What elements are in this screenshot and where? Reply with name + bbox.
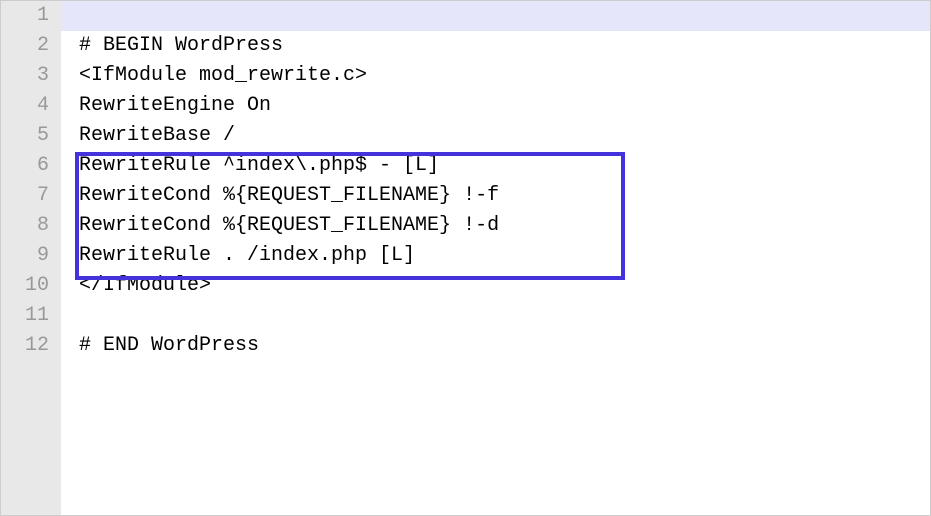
code-line[interactable]: # BEGIN WordPress (61, 31, 930, 61)
line-number: 9 (1, 241, 49, 271)
line-number: 2 (1, 31, 49, 61)
code-editor[interactable]: 1 2 3 4 5 6 7 8 9 10 11 12 # BEGIN WordP… (1, 1, 930, 515)
line-number: 5 (1, 121, 49, 151)
line-number: 6 (1, 151, 49, 181)
code-line[interactable]: RewriteCond %{REQUEST_FILENAME} !-f (61, 181, 930, 211)
line-number: 7 (1, 181, 49, 211)
code-line[interactable] (61, 1, 930, 31)
line-number: 8 (1, 211, 49, 241)
code-line[interactable]: RewriteRule . /index.php [L] (61, 241, 930, 271)
code-line[interactable]: RewriteBase / (61, 121, 930, 151)
code-line[interactable]: </IfModule> (61, 271, 930, 301)
line-number: 1 (1, 1, 49, 31)
line-number: 11 (1, 301, 49, 331)
code-line[interactable]: RewriteEngine On (61, 91, 930, 121)
code-content-area[interactable]: # BEGIN WordPress <IfModule mod_rewrite.… (61, 1, 930, 515)
line-number: 10 (1, 271, 49, 301)
code-line[interactable] (61, 301, 930, 331)
code-line[interactable]: <IfModule mod_rewrite.c> (61, 61, 930, 91)
code-line[interactable]: RewriteRule ^index\.php$ - [L] (61, 151, 930, 181)
code-line[interactable]: RewriteCond %{REQUEST_FILENAME} !-d (61, 211, 930, 241)
line-number: 12 (1, 331, 49, 361)
line-number: 4 (1, 91, 49, 121)
line-number-gutter: 1 2 3 4 5 6 7 8 9 10 11 12 (1, 1, 61, 515)
code-line[interactable]: # END WordPress (61, 331, 930, 361)
line-number: 3 (1, 61, 49, 91)
